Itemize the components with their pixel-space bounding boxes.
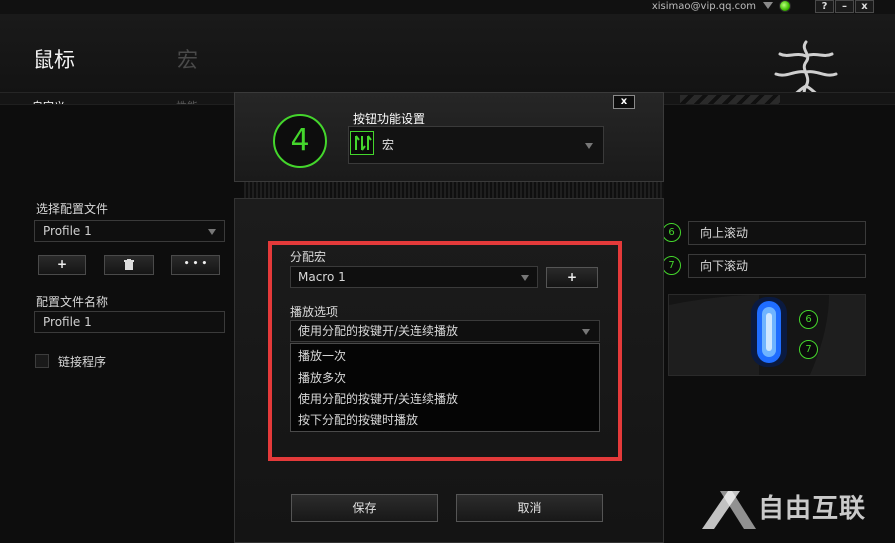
- playback-option-multiple[interactable]: 播放多次: [298, 369, 346, 386]
- profile-name-label: 配置文件名称: [36, 295, 109, 309]
- dialog-close-button[interactable]: x: [613, 95, 635, 109]
- add-macro-button[interactable]: +: [546, 267, 598, 288]
- macro-select-value: Macro 1: [298, 270, 346, 284]
- playback-option-toggle[interactable]: 使用分配的按键开/关连续播放: [298, 390, 458, 407]
- top-bar: xisimao@vip.qq.com ? – x: [0, 0, 895, 14]
- mouse-preview: 6 7: [668, 294, 866, 376]
- macro-function-icon: [350, 131, 374, 155]
- delete-profile-button[interactable]: [104, 255, 154, 275]
- playback-options-list: 播放一次 播放多次 使用分配的按键开/关连续播放 按下分配的按键时播放: [290, 343, 600, 432]
- profile-select[interactable]: Profile 1: [34, 220, 225, 242]
- playback-select-value: 使用分配的按键开/关连续播放: [298, 324, 459, 338]
- mouse-image-icon: [669, 295, 865, 375]
- online-status-icon: [779, 0, 791, 12]
- trash-icon: [124, 259, 134, 270]
- chevron-down-icon: [585, 143, 593, 149]
- cancel-button[interactable]: 取消: [456, 494, 603, 522]
- chevron-down-icon: [208, 229, 216, 235]
- watermark-text: 自由互联: [758, 494, 867, 524]
- selected-button-number: 4: [273, 114, 327, 168]
- macro-select[interactable]: Macro 1: [290, 266, 538, 288]
- scroll-down-field[interactable]: 向下滚动: [688, 254, 866, 278]
- scroll-up-field[interactable]: 向上滚动: [688, 221, 866, 245]
- help-button[interactable]: ?: [815, 0, 834, 13]
- scroll-down-label: 向下滚动: [700, 259, 749, 273]
- account-email[interactable]: xisimao@vip.qq.com: [652, 0, 756, 13]
- profile-name-field[interactable]: Profile 1: [34, 311, 225, 333]
- mouse-button-7-marker[interactable]: 7: [799, 340, 818, 359]
- add-profile-button[interactable]: +: [38, 255, 86, 275]
- chevron-down-icon: [521, 275, 529, 281]
- playback-option-once[interactable]: 播放一次: [298, 347, 346, 364]
- link-program-label: 链接程序: [58, 355, 107, 369]
- save-button[interactable]: 保存: [291, 494, 438, 522]
- chevron-down-icon: [582, 329, 590, 335]
- minimize-button[interactable]: –: [835, 0, 854, 13]
- assign-macro-label: 分配宏: [290, 250, 327, 264]
- dialog-title: 按钮功能设置: [353, 112, 426, 126]
- button-6-indicator[interactable]: 6: [662, 223, 681, 242]
- playback-option-hold[interactable]: 按下分配的按键时播放: [298, 411, 418, 428]
- mouse-button-6-marker[interactable]: 6: [799, 310, 818, 329]
- profile-select-value: Profile 1: [43, 224, 92, 238]
- close-window-button[interactable]: x: [855, 0, 874, 13]
- account-dropdown-icon[interactable]: [763, 2, 773, 9]
- link-program-checkbox[interactable]: [35, 354, 49, 368]
- tab-macro[interactable]: 宏: [177, 44, 198, 74]
- dialog-divider: [244, 182, 664, 198]
- profile-name-value: Profile 1: [43, 315, 92, 329]
- playback-options-label: 播放选项: [290, 305, 339, 319]
- app-header: 鼠标 宏 自定义 性能 灯: [0, 14, 895, 118]
- profile-label: 选择配置文件: [36, 202, 109, 216]
- button-7-indicator[interactable]: 7: [662, 256, 681, 275]
- function-select-value: 宏: [382, 138, 395, 152]
- playback-select[interactable]: 使用分配的按键开/关连续播放: [290, 320, 600, 342]
- tab-mouse[interactable]: 鼠标: [33, 44, 75, 74]
- more-options-button[interactable]: • • •: [171, 255, 220, 275]
- scroll-up-label: 向上滚动: [700, 226, 749, 240]
